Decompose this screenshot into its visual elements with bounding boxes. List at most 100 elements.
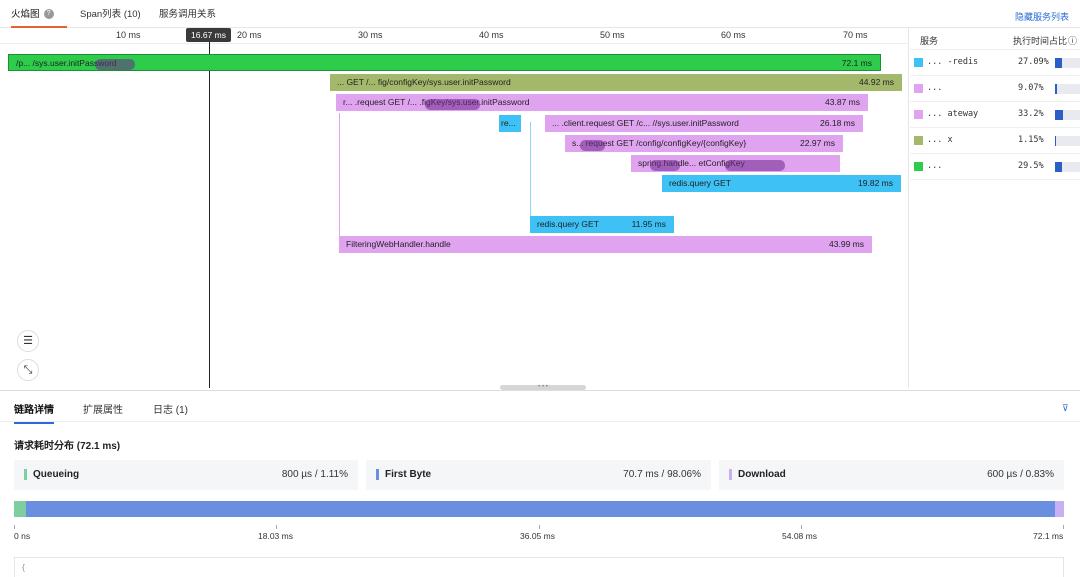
service-pct: 27.09% — [1018, 57, 1049, 67]
hide-service-list-link[interactable]: 隐藏服务列表 — [1015, 10, 1069, 23]
axis-label: 36.05 ms — [520, 531, 555, 541]
axis-tick — [539, 525, 540, 529]
span-duration: 19.82 ms — [858, 178, 893, 188]
cursor-line — [209, 42, 210, 388]
tab-flame-graph[interactable]: 火焰图? — [11, 0, 67, 28]
help-icon[interactable]: ? — [43, 9, 54, 20]
service-row[interactable]: ... x 1.15% — [910, 128, 1080, 154]
timing-segment-download — [1055, 501, 1064, 517]
service-name: ... — [927, 83, 943, 93]
span-label: ... GET /... fig/configKey/sys.user.init… — [337, 77, 511, 87]
service-name: ... x — [927, 135, 953, 145]
service-color-swatch — [914, 110, 923, 119]
tab-service-relations[interactable]: 服务调用关系 — [159, 0, 216, 28]
span-bar[interactable]: r... .request GET /... .figKey/sys.user.… — [336, 94, 868, 111]
span-duration: 26.18 ms — [820, 118, 855, 128]
span-bar[interactable]: FilteringWebHandler.handle 43.99 ms — [339, 236, 872, 253]
connector-line — [530, 122, 531, 216]
service-ratio-fill — [1055, 84, 1057, 94]
tab-logs[interactable]: 日志 (1) — [153, 401, 188, 416]
service-row[interactable]: ... 9.07% — [910, 76, 1080, 102]
tick-label: 20 ms — [237, 30, 262, 40]
time-axis: 10 ms 20 ms 30 ms 40 ms 50 ms 60 ms 70 m… — [0, 28, 909, 44]
service-name: ... ateway — [927, 109, 979, 119]
info-icon[interactable]: ⓘ — [1068, 34, 1077, 47]
span-label: FilteringWebHandler.handle — [346, 239, 451, 249]
ratio-header-label: 执行时间占比 — [1013, 36, 1068, 46]
phase-first-byte: First Byte 70.7 ms / 98.06% — [366, 460, 711, 490]
phase-value: 70.7 ms / 98.06% — [623, 469, 701, 480]
tick-label: 10 ms — [116, 30, 141, 40]
service-color-swatch — [914, 162, 923, 171]
service-list-header: 服务 执行时间占比 ⓘ — [910, 28, 1080, 50]
service-ratio-bar — [1055, 110, 1080, 120]
connector-line — [339, 113, 340, 241]
tick-label: 30 ms — [358, 30, 383, 40]
service-row[interactable]: ... ateway 33.2% — [910, 102, 1080, 128]
span-duration: 22.97 ms — [800, 138, 835, 148]
list-icon[interactable]: ☰ — [17, 330, 39, 352]
phase-queueing: Queueing 800 µs / 1.11% — [14, 460, 358, 490]
timing-bar — [14, 501, 1064, 517]
axis-label: 0 ns — [14, 531, 31, 541]
span-bar[interactable]: re... — [499, 115, 521, 132]
service-color-swatch — [914, 84, 923, 93]
span-bar[interactable]: /p... /sys.user.initPassword 72.1 ms — [8, 54, 881, 71]
tab-span-list[interactable]: Span列表 (10) — [80, 0, 141, 28]
service-pct: 33.2% — [1018, 109, 1044, 119]
axis-tick — [801, 525, 802, 529]
span-duration: 44.92 ms — [859, 77, 894, 87]
service-row[interactable]: ... -redis 27.09% — [910, 50, 1080, 76]
phase-name: First Byte — [376, 469, 431, 480]
axis-label: 72.1 ms — [1033, 531, 1064, 541]
span-duration: 43.87 ms — [825, 97, 860, 107]
service-ratio-fill — [1055, 136, 1056, 146]
span-bar[interactable]: ... GET /... fig/configKey/sys.user.init… — [330, 74, 902, 91]
phase-name: Download — [729, 469, 786, 480]
span-label: redis.query GET — [669, 178, 731, 188]
span-label: ... .client.request GET /c... //sys.user… — [552, 118, 739, 128]
tick-label: 50 ms — [600, 30, 625, 40]
service-ratio-bar — [1055, 162, 1080, 172]
phase-name: Queueing — [24, 469, 79, 480]
axis-label: 54.08 ms — [782, 531, 817, 541]
span-bar[interactable]: ... .client.request GET /c... //sys.user… — [545, 115, 863, 132]
service-name: ... -redis — [927, 57, 979, 67]
timing-segment-first-byte — [25, 501, 1056, 517]
tab-flame-graph-label: 火焰图 — [11, 9, 40, 20]
tick-label: 70 ms — [843, 30, 868, 40]
service-row[interactable]: ... 29.5% — [910, 154, 1080, 180]
top-tab-bar: 火焰图? Span列表 (10) 服务调用关系 隐藏服务列表 — [0, 0, 1080, 28]
span-label: re... — [501, 118, 516, 128]
tick-label: 40 ms — [479, 30, 504, 40]
span-duration: 72.1 ms — [841, 58, 872, 68]
service-header-label: 服务 — [920, 36, 939, 46]
service-ratio-fill — [1055, 58, 1062, 68]
phase-value: 800 µs / 1.11% — [281, 469, 348, 480]
span-bar[interactable]: redis.query GET 11.95 ms — [530, 216, 674, 233]
service-pct: 29.5% — [1018, 161, 1044, 171]
service-pct: 1.15% — [1018, 135, 1044, 145]
service-ratio-bar — [1055, 84, 1080, 94]
response-preview: { — [14, 557, 1064, 577]
redaction-blot — [650, 160, 680, 171]
service-color-swatch — [914, 136, 923, 145]
flame-graph: 10 ms 20 ms 30 ms 40 ms 50 ms 60 ms 70 m… — [0, 28, 909, 388]
collapse-arrows-icon[interactable]: ⤡ — [17, 359, 39, 381]
service-ratio-bar — [1055, 136, 1080, 146]
service-name: ... — [927, 161, 943, 171]
collapse-panel-icon[interactable]: ⊽ — [1062, 403, 1072, 413]
tab-extended-attributes[interactable]: 扩展属性 — [83, 401, 123, 416]
span-bar[interactable]: s... request GET /config/configKey/{conf… — [565, 135, 843, 152]
tick-label: 60 ms — [721, 30, 746, 40]
redaction-blot — [725, 160, 785, 171]
redaction-blot — [425, 99, 480, 110]
axis-tick — [1063, 525, 1064, 529]
span-bar[interactable]: redis.query GET 19.82 ms — [662, 175, 901, 192]
cursor-time-badge: 16.67 ms — [186, 28, 231, 42]
timing-segment-queueing — [14, 501, 26, 517]
phase-value: 600 µs / 0.83% — [987, 469, 1054, 480]
redaction-blot — [95, 59, 135, 70]
timing-title: 请求耗时分布 (72.1 ms) — [14, 441, 121, 452]
tab-underline — [0, 421, 1080, 422]
